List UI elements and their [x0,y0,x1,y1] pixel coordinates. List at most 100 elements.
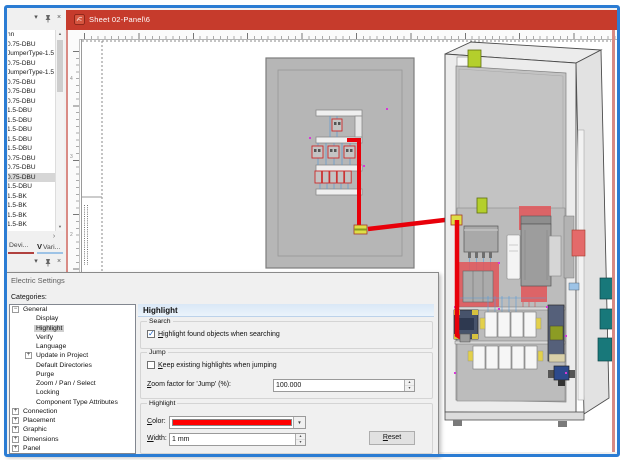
tree-item-update-in-project[interactable]: +Update in Project [10,351,135,360]
pin-icon[interactable] [43,257,53,267]
expand-icon[interactable]: + [12,445,19,452]
zoom-factor-value: 100.000 [276,382,301,389]
tree-item-label: Connection [21,408,59,415]
collapse-icon[interactable]: − [12,306,19,313]
list-item[interactable]: 0.75-DBU [8,59,55,69]
scrollbar-thumb[interactable] [57,40,63,92]
color-combobox[interactable]: ▼ [169,416,306,429]
highlight-found-checkbox[interactable]: ✓ Highlight found objects when searching [147,330,280,338]
tree-item-purge[interactable]: Purge [10,370,135,379]
tree-item-verify[interactable]: Verify [10,333,135,342]
close-icon[interactable]: × [54,13,64,23]
tab-devices[interactable]: Devi... [9,242,28,249]
tree-item-component-type-attributes[interactable]: Component Type Attributes [10,398,135,407]
close-icon[interactable]: × [54,257,64,267]
expand-icon[interactable]: + [12,426,19,433]
spinner-down-icon[interactable]: ▼ [405,386,414,391]
jump-group-label: Jump [147,349,168,357]
width-input[interactable]: 1 mm ▲ ▼ [169,433,306,446]
keep-highlights-checkbox[interactable]: ✓ Keep existing highlights when jumping [147,361,277,369]
list-item[interactable]: 1.5-BK [8,220,55,230]
checkbox-box[interactable]: ✓ [147,330,155,338]
list-item[interactable]: 0.75-DBU [8,173,55,183]
expand-icon[interactable]: + [25,352,32,359]
list-item[interactable]: 1.5-DBU [8,182,55,192]
tree-item-dimensions[interactable]: +Dimensions [10,435,135,444]
tree-item-label: Locking [34,389,61,396]
checkbox-label: Keep existing highlights when jumping [158,362,277,369]
tree-item-display[interactable]: Display [10,314,135,323]
chevron-down-icon[interactable]: ▾ [31,13,41,23]
zoom-factor-label: Zoom factor for 'Jump' (%): [147,381,231,388]
list-item[interactable]: JumperType-1.5 [8,68,55,78]
tab-variants[interactable]: VVari... [37,242,60,251]
list-item[interactable]: 0.75-DBU [8,78,55,88]
tree-item-highlight[interactable]: Highlight [10,324,135,333]
expand-icon[interactable]: + [12,436,19,443]
tree-item-language[interactable]: Language [10,342,135,351]
highlight-overlay [521,286,547,302]
list-item[interactable]: 0.75-DBU [8,87,55,97]
color-swatch [172,419,292,426]
spinner-down-icon[interactable]: ▼ [296,440,305,445]
tree-item-graphic[interactable]: +Graphic [10,425,135,434]
device-list-scrollbar[interactable]: ▲ ▼ [55,30,64,231]
panel-3d-view [445,42,613,427]
list-item[interactable]: 0.75-DBU [8,97,55,107]
tree-item-label: Default Directories [34,362,94,369]
device-list[interactable]: nn0.75-DBUJumperType-1.50.75-DBUJumperTy… [8,30,55,231]
list-item[interactable]: 1.5-DBU [8,116,55,126]
list-item[interactable]: 1.5-BK [8,211,55,221]
color-label: Color: [147,418,166,425]
tree-item-connection[interactable]: +Connection [10,407,135,416]
expand-icon[interactable]: + [12,417,19,424]
list-item[interactable]: 1.5-DBU [8,125,55,135]
categories-label: Categories: [11,294,47,301]
tree-item-label: Panel [21,445,42,452]
chevron-down-icon[interactable]: ▾ [31,257,41,267]
zoom-factor-spinner[interactable]: ▲ ▼ [404,380,414,391]
sheet-tab-title: Sheet 02-Panel\6 [89,15,150,24]
expand-icon[interactable]: + [12,408,19,415]
tree-item-placement[interactable]: +Placement [10,416,135,425]
tree-item-panel[interactable]: +Panel [10,444,135,453]
scroll-down-icon[interactable]: ▼ [56,223,64,231]
tree-item-zoom-pan-select[interactable]: Zoom / Pan / Select [10,379,135,388]
tree-item-default-directories[interactable]: Default Directories [10,361,135,370]
electric-settings-dialog: Electric Settings Categories: −GeneralDi… [5,272,439,456]
zoom-factor-input[interactable]: 100.000 ▲ ▼ [273,379,415,392]
scroll-up-icon[interactable]: ▲ [56,30,64,38]
list-item[interactable]: 1.5-DBU [8,135,55,145]
tree-item-label: Highlight [34,325,64,332]
tree-item-label: General [21,306,49,313]
device-panel-header: ▾ × [7,8,64,28]
tree-item-locking[interactable]: Locking [10,388,135,397]
tree-item-label: Placement [21,417,57,424]
list-item[interactable]: 0.75-DBU [8,163,55,173]
pin-icon[interactable] [43,13,53,23]
variants-icon: V [37,242,42,251]
tree-item-label: Purge [34,371,56,378]
sheet-tab[interactable]: Sheet 02-Panel\6 [66,10,617,30]
categories-tree[interactable]: −GeneralDisplayHighlightVerifyLanguage+U… [9,304,136,454]
list-item[interactable]: 1.5-DBU [8,144,55,154]
width-spinner[interactable]: ▲ ▼ [295,434,305,445]
list-item[interactable]: 1.5-BK [8,192,55,202]
tree-item-general[interactable]: −General [10,305,135,314]
list-item[interactable]: 1.5-DBU [8,106,55,116]
page-header: Highlight [138,304,434,317]
panel-tabs: Devi... VVari... [7,241,64,254]
width-value: 1 mm [172,436,190,443]
dropdown-arrow-icon[interactable]: ▼ [293,417,305,428]
teal-components [598,278,613,361]
list-item[interactable]: 1.5-BK [8,201,55,211]
list-item[interactable]: 0.75-DBU [8,40,55,50]
list-item[interactable]: JumperType-1.5 [8,49,55,59]
reset-button[interactable]: Reset [369,431,415,445]
list-item[interactable]: 0.75-DBU [8,154,55,164]
list-item[interactable]: nn [8,30,55,40]
tree-item-label: Display [34,315,60,322]
panel-2d-drawing [266,58,414,268]
checkbox-box[interactable]: ✓ [147,361,155,369]
tree-item-label: Zoom / Pan / Select [34,380,98,387]
